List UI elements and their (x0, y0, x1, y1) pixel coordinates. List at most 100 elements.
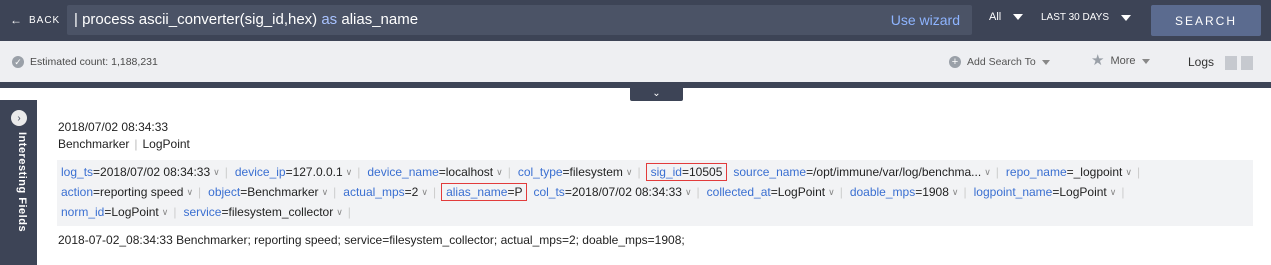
field-norm-id[interactable]: norm_id =LogPoint ∨ (57, 205, 170, 219)
results-toolbar: ✓ Estimated count: 1,188,231 + Add Searc… (0, 41, 1271, 82)
field-value: =LogPoint (770, 185, 826, 199)
chevron-right-icon: › (11, 110, 27, 126)
collapse-toggle[interactable]: ⌄ (630, 86, 683, 101)
chevron-down-icon[interactable]: ∨ (952, 187, 959, 198)
star-icon: ★ (1091, 52, 1105, 69)
caret-down-icon (1121, 14, 1131, 21)
field-logpoint-name[interactable]: logpoint_name =LogPoint ∨ (970, 185, 1119, 199)
source-collector: LogPoint (142, 137, 190, 151)
add-search-to-dropdown[interactable]: + Add Search To (949, 56, 1050, 68)
field-value: =2 (404, 185, 419, 199)
arrow-left-icon: ← (10, 13, 23, 27)
interesting-fields-label: Interesting Fields (16, 132, 28, 233)
field-doable-mps[interactable]: doable_mps =1908 ∨ (846, 185, 961, 199)
query-suffix: alias_name (337, 11, 419, 28)
interesting-fields-sidebar[interactable]: › Interesting Fields (0, 100, 37, 265)
field-key[interactable]: object (208, 185, 240, 199)
chevron-down-icon[interactable]: ∨ (1110, 187, 1117, 198)
check-circle-icon: ✓ (12, 56, 24, 68)
chevron-down-icon[interactable]: ∨ (322, 187, 329, 198)
field-device-ip[interactable]: device_ip =127.0.0.1 ∨ (231, 165, 354, 179)
chevron-down-icon[interactable]: ∨ (336, 207, 343, 218)
field-action[interactable]: action =reporting speed ∨ (57, 185, 195, 199)
field-key[interactable]: service (183, 205, 221, 219)
field-actual-mps[interactable]: actual_mps =2 ∨ (339, 185, 430, 199)
field-value: =LogPoint (104, 205, 159, 219)
back-label: BACK (29, 14, 61, 26)
field-value: =LogPoint (1052, 185, 1107, 199)
top-search-bar: ← BACK | process ascii_converter(sig_id,… (0, 0, 1271, 41)
time-range-dropdown[interactable]: LAST 30 DAYS (1041, 12, 1131, 23)
chevron-down-icon[interactable]: ∨ (685, 187, 692, 198)
chevron-down-icon[interactable]: ∨ (213, 167, 220, 178)
chevron-down-icon[interactable]: ∨ (421, 187, 428, 198)
query-prefix: | process ascii_converter(sig_id,hex) (74, 11, 322, 28)
field-separator: | (1136, 165, 1141, 179)
field-source-name[interactable]: source_name =/opt/immune/var/log/benchma.… (729, 165, 992, 179)
query-keyword: as (321, 11, 338, 28)
chevron-down-icon[interactable]: ∨ (1125, 167, 1132, 178)
field-collected-at[interactable]: collected_at =LogPoint ∨ (703, 185, 837, 199)
field-device-name[interactable]: device_name =localhost ∨ (363, 165, 504, 179)
field-key[interactable]: collected_at (707, 185, 771, 199)
field-alias-name[interactable]: alias_name =P (441, 183, 528, 201)
query-input[interactable]: | process ascii_converter(sig_id,hex) as… (67, 5, 972, 35)
back-button[interactable]: ← BACK (10, 13, 60, 27)
repo-dropdown[interactable]: All (989, 11, 1024, 23)
plus-circle-icon: + (949, 56, 961, 68)
view-toggle (1225, 56, 1253, 70)
chevron-down-icon[interactable]: ∨ (828, 187, 835, 198)
field-separator: | (839, 185, 843, 199)
caret-down-icon (1141, 58, 1150, 64)
field-key[interactable]: actual_mps (343, 185, 404, 199)
field-separator: | (198, 185, 202, 199)
chevron-down-icon[interactable]: ∨ (984, 167, 991, 178)
column-view-icon[interactable] (1241, 56, 1253, 70)
add-search-to-label: Add Search To (967, 56, 1036, 68)
field-repo-name[interactable]: repo_name =_logpoint ∨ (1002, 165, 1134, 179)
field-key[interactable]: doable_mps (850, 185, 915, 199)
field-separator: | (637, 165, 641, 179)
use-wizard-link[interactable]: Use wizard (891, 12, 960, 28)
field-key[interactable]: col_ts (533, 185, 564, 199)
field-value: =P (507, 185, 523, 199)
chevron-down-icon[interactable]: ∨ (186, 187, 193, 198)
field-sig-id[interactable]: sig_id =10505 (645, 163, 728, 181)
field-key[interactable]: device_name (367, 165, 438, 179)
chevron-down-icon[interactable]: ∨ (496, 167, 503, 178)
field-key[interactable]: norm_id (61, 205, 104, 219)
chevron-down-icon[interactable]: ∨ (162, 207, 169, 218)
field-value: =localhost (438, 165, 494, 179)
log-fields: log_ts =2018/07/02 08:34:33 ∨ | device_ip =12… (57, 160, 1253, 226)
field-separator: | (963, 185, 967, 199)
field-key[interactable]: sig_id (651, 165, 682, 179)
more-dropdown[interactable]: ★ More (1091, 52, 1150, 69)
field-key[interactable]: action (61, 185, 93, 199)
estimated-count: ✓ Estimated count: 1,188,231 (12, 56, 158, 68)
log-timestamp: 2018/07/02 08:34:33 (58, 120, 169, 134)
field-service[interactable]: service =filesystem_collector ∨ (179, 205, 344, 219)
repo-label: All (989, 11, 1002, 23)
field-separator: | (432, 185, 437, 199)
field-key[interactable]: source_name (733, 165, 806, 179)
field-key[interactable]: logpoint_name (974, 185, 1053, 199)
source-name: Benchmarker (58, 137, 130, 151)
field-key[interactable]: repo_name (1006, 165, 1067, 179)
field-key[interactable]: log_ts (61, 165, 93, 179)
chevron-down-icon[interactable]: ∨ (626, 167, 633, 178)
field-separator: | (173, 205, 177, 219)
list-view-icon[interactable] (1225, 56, 1237, 70)
raw-log-message: 2018-07-02_08:34:33 Benchmarker; reporti… (58, 233, 685, 247)
logs-view-label[interactable]: Logs (1188, 55, 1214, 69)
field-separator: | (507, 165, 511, 179)
chevron-down-icon[interactable]: ∨ (346, 167, 353, 178)
field-col-type[interactable]: col_type =filesystem ∨ (514, 165, 635, 179)
field-object[interactable]: object =Benchmarker ∨ (204, 185, 330, 199)
field-col-ts[interactable]: col_ts =2018/07/02 08:34:33 ∨ (529, 185, 693, 199)
search-button[interactable]: SEARCH (1151, 5, 1261, 36)
field-value: =reporting speed (93, 185, 184, 199)
field-log-ts[interactable]: log_ts =2018/07/02 08:34:33 ∨ (57, 165, 222, 179)
field-key[interactable]: col_type (518, 165, 563, 179)
field-key[interactable]: alias_name (446, 185, 507, 199)
field-key[interactable]: device_ip (235, 165, 286, 179)
